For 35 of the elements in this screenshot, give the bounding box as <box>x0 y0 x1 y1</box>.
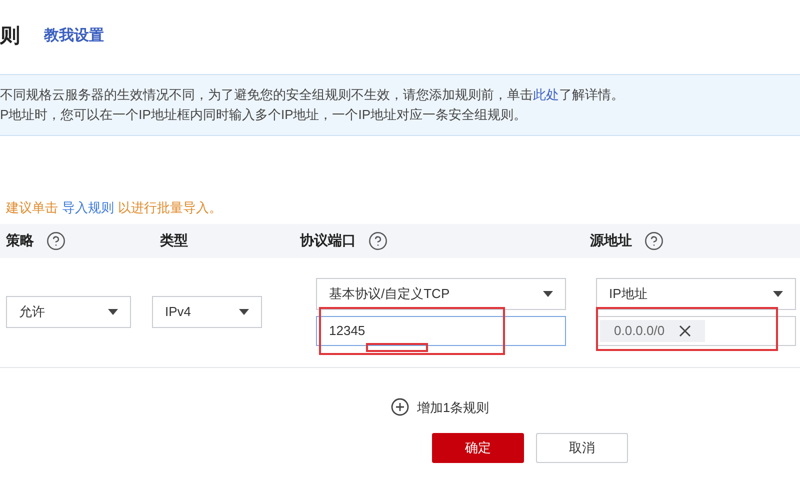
type-select[interactable]: IPv4 <box>152 296 262 328</box>
plus-circle-icon <box>390 398 409 416</box>
column-header: 协议端口 <box>300 231 356 250</box>
select-value: 允许 <box>19 303 45 322</box>
help-icon[interactable] <box>46 230 66 250</box>
import-hint-text: 以进行批量导入。 <box>118 199 222 217</box>
protocol-select[interactable]: 基本协议/自定义TCP <box>316 278 566 310</box>
caret-icon <box>773 291 783 297</box>
select-value: IP地址 <box>609 285 648 304</box>
notice-text: 不同规格云服务器的生效情况不同，为了避免您的安全组规则不生效，请您添加规则前，单击此处了解详情。 <box>0 86 625 104</box>
caret-icon <box>543 291 553 297</box>
help-icon[interactable] <box>368 230 388 250</box>
help-icon[interactable] <box>644 230 664 250</box>
policy-select[interactable]: 允许 <box>6 296 131 328</box>
port-input[interactable]: 12345 <box>316 316 566 346</box>
import-rules-link[interactable]: 导入规则 <box>62 198 114 218</box>
caret-icon <box>239 309 249 315</box>
help-link[interactable]: 教我设置 <box>44 24 104 48</box>
caret-icon <box>108 309 118 315</box>
notice-text: P地址时，您可以在一个IP地址框内同时输入多个IP地址，一个IP地址对应一条安全组规则。 <box>0 106 528 124</box>
address-tag-text: 0.0.0.0/0 <box>614 322 665 340</box>
confirm-button[interactable]: 确定 <box>432 433 524 463</box>
select-value: 基本协议/自定义TCP <box>329 285 450 304</box>
source-type-select[interactable]: IP地址 <box>596 278 796 310</box>
select-value: IPv4 <box>165 303 192 322</box>
column-header: 源地址 <box>590 231 632 250</box>
add-rule-button[interactable]: 增加1条规则 <box>390 398 490 417</box>
cancel-button[interactable]: 取消 <box>536 433 628 463</box>
column-header: 策略 <box>6 231 34 250</box>
page-title: 则 <box>0 24 20 49</box>
column-header: 类型 <box>160 231 188 250</box>
import-hint-text: 建议单击 <box>6 199 58 217</box>
source-address-field[interactable]: 0.0.0.0/0 <box>596 316 796 346</box>
details-link[interactable]: 此处 <box>533 87 559 102</box>
close-icon[interactable] <box>678 325 691 337</box>
